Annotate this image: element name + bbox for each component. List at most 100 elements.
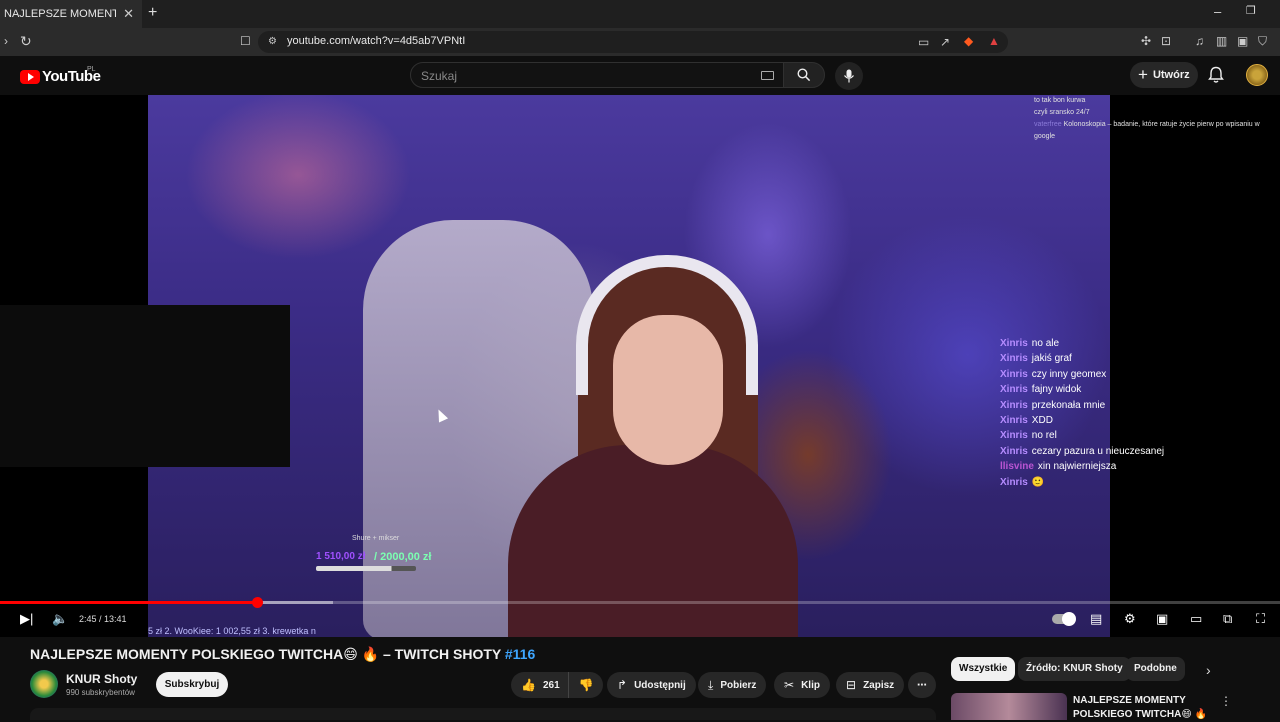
like-dislike-group: 👍 261 👎	[511, 672, 603, 698]
rewards-icon[interactable]: ▲	[988, 34, 1000, 48]
scissors-icon: ✂	[784, 678, 795, 692]
screenshot-icon[interactable]: ⊡	[1161, 34, 1171, 48]
more-actions-button[interactable]: ⋯	[908, 672, 936, 698]
next-video-icon[interactable]: ▶|	[20, 611, 33, 627]
channel-name[interactable]: KNUR Shoty	[66, 672, 137, 686]
chip-related[interactable]: Podobne	[1126, 657, 1185, 681]
cast-icon[interactable]: ⧉	[1223, 611, 1232, 627]
video-player[interactable]: to tak bon kurwa czyli sransko 24/7 vate…	[0, 95, 1280, 637]
chat-line: Xinris przekonała mnie	[1000, 399, 1106, 411]
stream-chat-top: to tak bon kurwa czyli sransko 24/7 vate…	[1034, 95, 1260, 143]
plus-icon: +	[1138, 65, 1148, 84]
restore-button[interactable]: ❐	[1246, 4, 1256, 17]
search-input[interactable]: Szukaj	[410, 62, 784, 88]
sidebar-icon[interactable]: ▥	[1216, 34, 1227, 48]
donation-leaderboard: 5 zł 2. WooKiee: 1 002,55 zł 3. krewetka…	[148, 626, 316, 636]
chat-line: Xinris XDD	[1000, 415, 1053, 427]
chevron-right-icon[interactable]: ›	[1206, 662, 1211, 678]
share-button[interactable]: ↱ Udostępnij	[607, 672, 696, 698]
download-icon: ⤓	[708, 677, 714, 692]
chat-line: vaterfree Kolonoskopia – badanie, które …	[1034, 121, 1260, 140]
hashtag-link[interactable]: #116	[505, 646, 535, 662]
played-bar	[0, 601, 258, 604]
share-label: Udostępnij	[634, 679, 686, 691]
volume-icon[interactable]: 🔈	[52, 611, 68, 627]
notifications-bell-icon[interactable]	[1208, 66, 1224, 84]
time-display: 2:45 / 13:41	[79, 614, 127, 624]
share-page-icon[interactable]: ↗	[940, 35, 950, 49]
streamer-body	[508, 445, 798, 637]
create-label: Utwórz	[1152, 69, 1190, 81]
new-tab-button[interactable]: +	[148, 4, 157, 22]
reload-icon[interactable]: ↻	[20, 34, 32, 48]
miniplayer-icon[interactable]: ▣	[1156, 611, 1168, 627]
channel-avatar[interactable]	[30, 670, 58, 698]
share-icon: ↱	[617, 678, 628, 692]
wallet-icon[interactable]: ▣	[1237, 34, 1248, 48]
autoplay-toggle[interactable]	[1052, 612, 1076, 626]
settings-gear-icon[interactable]: ⚙	[1124, 611, 1136, 627]
recommended-thumbnail[interactable]	[951, 693, 1067, 720]
chat-line: Xinris 🙂	[1000, 476, 1045, 488]
like-button[interactable]: 👍 261	[511, 672, 569, 698]
browser-tab[interactable]: NAJLEPSZE MOMENTY POLSKIEGO ✕	[0, 0, 142, 28]
chip-all[interactable]: Wszystkie	[951, 657, 1016, 681]
fullscreen-icon[interactable]: ⛶	[1256, 611, 1265, 627]
stream-chat-side: Xinris no ale Xinris jakiś graf Xinris czy …	[1000, 336, 1164, 490]
video-title: NAJLEPSZE MOMENTY POLSKIEGO TWITCHA😄 🔥 –…	[30, 646, 536, 662]
chat-line: czyli sransko 24/7	[1034, 109, 1090, 116]
search-icon	[797, 68, 811, 82]
save-label: Zapisz	[863, 679, 895, 691]
dislike-button[interactable]: 👎	[569, 678, 603, 692]
donation-goal-label: Shure + mikser	[352, 535, 400, 542]
thumbs-down-icon: 👎	[578, 678, 594, 692]
save-button[interactable]: ⊟ Zapisz	[836, 672, 905, 698]
donation-goal: / 2000,00 zł	[374, 551, 432, 563]
clip-button[interactable]: ✂ Klip	[774, 672, 830, 698]
like-count: 261	[542, 679, 560, 691]
chat-line: Xinris fajny widok	[1000, 384, 1082, 396]
download-label: Pobierz	[720, 679, 757, 691]
address-bar[interactable]: ⚙ youtube.com/watch?v=4d5ab7VPNtI ▭ ↗ ◆ …	[258, 31, 1008, 53]
donation-current: 1 510,00 zł	[316, 551, 366, 562]
donation-progress-bar	[316, 566, 416, 571]
chip-source[interactable]: Źródło: KNUR Shoty	[1018, 657, 1131, 681]
extensions-icon[interactable]: ✣	[1141, 34, 1151, 48]
subtitles-icon[interactable]: ▤	[1090, 611, 1102, 627]
music-icon[interactable]: ♫	[1195, 34, 1204, 48]
url-text: youtube.com/watch?v=4d5ab7VPNtI	[287, 35, 466, 47]
chat-line: Xinris czy inny geomex	[1000, 368, 1107, 380]
keyboard-icon[interactable]	[761, 71, 774, 80]
tab-title: NAJLEPSZE MOMENTY POLSKIEGO	[4, 8, 116, 20]
download-button[interactable]: ⤓ Pobierz	[698, 672, 767, 698]
headphones	[576, 255, 758, 395]
theater-mode-icon[interactable]: ▭	[1190, 611, 1202, 627]
account-avatar[interactable]	[1246, 64, 1268, 86]
recommended-menu-icon[interactable]: ⋮	[1220, 694, 1232, 708]
subscriber-count: 990 subskrybentów	[66, 688, 135, 697]
bookmark-icon[interactable]: ☐	[240, 34, 251, 48]
minimize-button[interactable]: –	[1214, 4, 1221, 19]
description-box[interactable]	[30, 708, 936, 720]
forward-icon[interactable]: ›	[4, 34, 8, 48]
cast-page-icon[interactable]: ▭	[918, 35, 929, 49]
more-dots-icon: ⋯	[917, 679, 927, 691]
vpn-shield-icon[interactable]: ⛉	[1258, 34, 1267, 48]
clip-label: Klip	[801, 679, 820, 691]
close-tab-icon[interactable]: ✕	[123, 6, 134, 22]
youtube-logo-icon	[20, 69, 40, 84]
video-frame[interactable]: to tak bon kurwa czyli sransko 24/7 vate…	[148, 95, 1260, 637]
brave-shield-icon[interactable]: ◆	[964, 34, 973, 48]
recommended-title[interactable]: NAJLEPSZE MOMENTY POLSKIEGO TWITCHA😄 🔥	[1073, 694, 1207, 722]
overlay-box	[0, 305, 290, 467]
create-button[interactable]: + Utwórz	[1130, 62, 1198, 88]
chat-line: Xinris jakiś graf	[1000, 353, 1072, 365]
search-button[interactable]	[783, 62, 825, 88]
subscribe-button[interactable]: Subskrybuj	[156, 672, 228, 697]
search-placeholder: Szukaj	[421, 69, 458, 83]
video-progress-bar[interactable]	[0, 597, 1280, 608]
site-info-icon[interactable]: ⚙	[268, 35, 277, 49]
voice-search-button[interactable]	[835, 62, 863, 90]
microphone-icon	[844, 69, 854, 83]
chat-line: Xinris cezary pazura u nieuczesanej	[1000, 445, 1165, 457]
